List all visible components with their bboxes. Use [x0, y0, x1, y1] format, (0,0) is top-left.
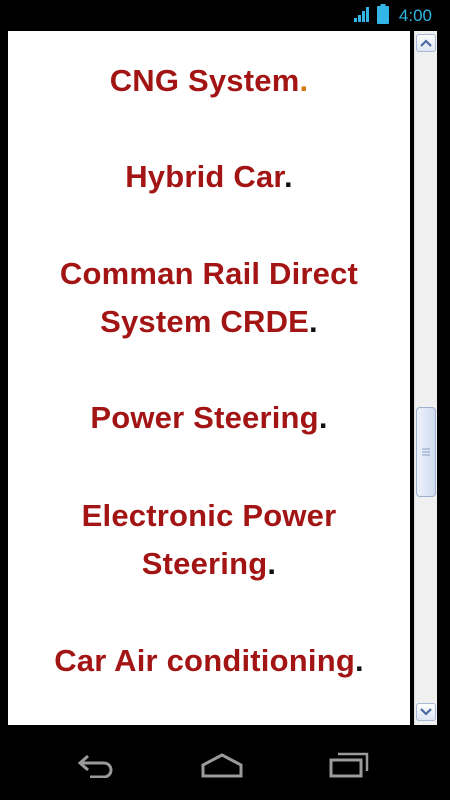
home-icon: [201, 753, 243, 778]
home-button[interactable]: [192, 745, 252, 785]
back-button[interactable]: [66, 745, 126, 785]
vertical-scrollbar[interactable]: [414, 31, 437, 725]
topic-period: .: [309, 304, 318, 339]
chevron-down-icon: [420, 708, 432, 716]
topic-label: Car Air conditioning: [54, 643, 355, 678]
topic-label-line1: Electronic Power: [81, 498, 337, 533]
scroll-up-button[interactable]: [416, 34, 436, 52]
recent-apps-button[interactable]: [319, 745, 379, 785]
topic-item[interactable]: Hybrid Car.: [8, 153, 410, 201]
topic-period: .: [267, 546, 277, 581]
status-icons: 4:00: [353, 3, 432, 29]
topic-label: Hybrid Car: [125, 159, 284, 194]
recent-apps-icon: [329, 752, 369, 778]
topic-item[interactable]: Power Steering.: [8, 394, 410, 442]
topic-period: .: [283, 159, 293, 194]
topic-item[interactable]: CNG System.: [8, 57, 410, 105]
topic-item[interactable]: Comman Rail Direct System CRDE.: [8, 250, 410, 346]
navigation-bar: [0, 727, 450, 800]
topic-period: .: [299, 63, 309, 98]
scroll-thumb[interactable]: [416, 407, 436, 497]
topic-label-line1: Comman Rail Direct: [59, 256, 359, 291]
scroll-down-button[interactable]: [416, 703, 436, 721]
topic-list[interactable]: CNG System. Hybrid Car. Comman Rail Dire…: [8, 31, 410, 725]
signal-icon: [353, 5, 371, 28]
topic-period: .: [318, 400, 328, 435]
topic-item[interactable]: Electronic Power Steering.: [8, 492, 410, 588]
topic-period: .: [354, 643, 364, 678]
topic-label-line2: System CRDE: [100, 304, 310, 339]
topic-label: Power Steering: [90, 400, 319, 435]
topic-item[interactable]: Car Air conditioning.: [8, 637, 410, 685]
topic-label: CNG System: [109, 63, 300, 98]
grip-icon: [422, 448, 430, 456]
status-bar: 4:00: [0, 0, 450, 31]
status-time: 4:00: [398, 6, 432, 25]
back-icon: [77, 754, 113, 778]
topic-label-line2: Steering: [141, 546, 268, 581]
battery-icon: [376, 3, 389, 29]
chevron-up-icon: [420, 39, 432, 47]
